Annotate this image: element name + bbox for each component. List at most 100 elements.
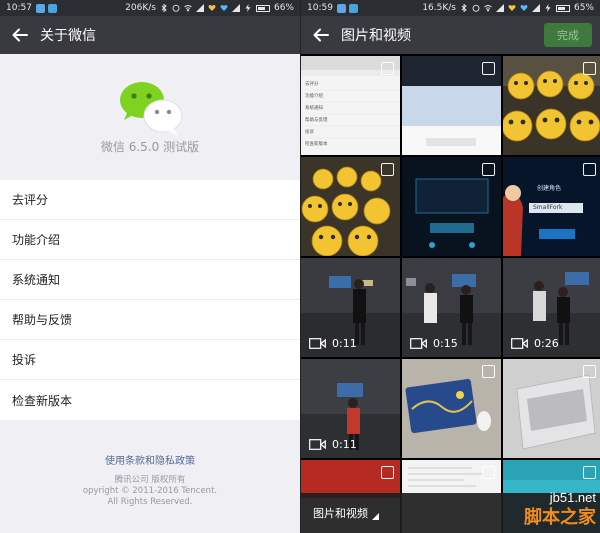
heart-icon [508, 4, 516, 11]
video-duration: 0:26 [511, 337, 559, 350]
photo-thumbnail[interactable] [503, 359, 600, 458]
select-checkbox[interactable] [381, 62, 394, 75]
back-button[interactable] [301, 16, 341, 54]
heart-icon [520, 4, 528, 11]
battery-level: 65% [573, 3, 594, 13]
notification-icon [47, 3, 57, 13]
duration-text: 0:15 [433, 337, 458, 350]
video-camera-icon [309, 338, 326, 349]
network-speed: 206K/s [125, 3, 156, 13]
duration-text: 0:11 [332, 337, 357, 350]
select-checkbox[interactable] [583, 62, 596, 75]
select-checkbox[interactable] [482, 62, 495, 75]
thumb-text: 投诉 [305, 130, 314, 135]
thumb-text: SmallFork [533, 204, 563, 211]
thumb-text: 功能介绍 [305, 94, 323, 99]
menu-item-features[interactable]: 功能介绍 [0, 220, 300, 260]
media-picker-screen: 10:59 16.5K/s 65% 图片和视频 完成 去评分 功能介绍 系统通知… [300, 0, 600, 533]
select-checkbox[interactable] [381, 466, 394, 479]
app-info-header: 微信 6.5.0 测试版 [0, 54, 300, 180]
back-arrow-icon [313, 28, 329, 42]
video-duration: 0:11 [309, 337, 357, 350]
notification-icon [348, 3, 358, 13]
video-thumbnail[interactable]: 0:15 [402, 258, 501, 357]
status-bar: 10:59 16.5K/s 65% [301, 0, 600, 16]
status-time: 10:59 [307, 3, 333, 13]
photo-thumbnail[interactable]: 创建角色 SmallFork [503, 157, 600, 256]
select-checkbox[interactable] [583, 466, 596, 479]
thumb-text: 帮助与反馈 [305, 118, 328, 123]
watermark-name: 脚本之家 [524, 507, 596, 528]
watermark-site: jb51.net [549, 490, 596, 505]
video-thumbnail[interactable]: 0:11 [301, 258, 400, 357]
about-menu: 去评分 功能介绍 系统通知 帮助与反馈 投诉 检查新版本 [0, 180, 300, 420]
video-thumbnail[interactable]: 0:11 [301, 359, 400, 458]
select-checkbox[interactable] [381, 163, 394, 176]
alarm-icon [172, 4, 180, 12]
legal-footer: 使用条款和隐私政策 腾讯公司 版权所有 opyright © 2011-2016… [0, 452, 300, 508]
video-duration: 0:11 [309, 438, 357, 451]
wifi-icon [484, 5, 492, 12]
company-text: 腾讯公司 版权所有 [114, 475, 186, 485]
video-camera-icon [511, 338, 528, 349]
app-bar: 关于微信 [0, 16, 300, 54]
thumb-text: 检查新版本 [305, 142, 328, 147]
alarm-icon [472, 4, 480, 12]
bluetooth-icon [461, 4, 467, 12]
battery-level: 66% [273, 3, 294, 13]
network-speed: 16.5K/s [422, 3, 456, 13]
signal-icon [495, 4, 504, 12]
dropdown-triangle-icon [372, 512, 379, 520]
select-checkbox[interactable] [482, 163, 495, 176]
charging-icon [245, 4, 251, 12]
photo-thumbnail[interactable] [301, 157, 400, 256]
photo-thumbnail[interactable] [402, 56, 501, 155]
select-checkbox[interactable] [583, 163, 596, 176]
heart-icon [208, 4, 216, 11]
video-duration: 0:15 [410, 337, 458, 350]
charging-icon [545, 4, 551, 12]
video-camera-icon [410, 338, 427, 349]
terms-privacy-link[interactable]: 使用条款和隐私政策 [0, 452, 300, 467]
duration-text: 0:11 [332, 438, 357, 451]
menu-item-system-notice[interactable]: 系统通知 [0, 260, 300, 300]
bluetooth-icon [161, 4, 167, 12]
album-selector-label: 图片和视频 [313, 507, 368, 520]
media-grid: 去评分 功能介绍 系统通知 帮助与反馈 投诉 检查新版本 创建角色 SmallF… [301, 56, 600, 533]
page-title: 关于微信 [40, 28, 96, 44]
duration-text: 0:26 [534, 337, 559, 350]
done-button[interactable]: 完成 [544, 23, 592, 47]
select-checkbox[interactable] [482, 466, 495, 479]
notification-icon [336, 3, 346, 13]
menu-item-complaint[interactable]: 投诉 [0, 340, 300, 380]
menu-item-check-update[interactable]: 检查新版本 [0, 380, 300, 420]
signal-icon [195, 4, 204, 12]
wifi-icon [184, 5, 192, 12]
site-watermark: jb51.net 脚本之家 [524, 488, 596, 528]
select-checkbox[interactable] [482, 365, 495, 378]
signal-icon [231, 4, 240, 12]
status-bar: 10:57 206K/s 66% [0, 0, 300, 16]
photo-thumbnail[interactable] [402, 359, 501, 458]
back-button[interactable] [0, 16, 40, 54]
video-thumbnail[interactable]: 0:26 [503, 258, 600, 357]
thumb-text: 系统通知 [305, 106, 323, 111]
photo-thumbnail[interactable]: 去评分 功能介绍 系统通知 帮助与反馈 投诉 检查新版本 [301, 56, 400, 155]
thumb-text: 去评分 [305, 82, 319, 87]
thumb-text: 创建角色 [537, 185, 562, 192]
video-camera-icon [309, 439, 326, 450]
photo-thumbnail[interactable] [402, 157, 501, 256]
heart-icon [220, 4, 228, 11]
photo-thumbnail[interactable] [503, 56, 600, 155]
page-title: 图片和视频 [341, 28, 411, 44]
menu-item-rate[interactable]: 去评分 [0, 180, 300, 220]
menu-item-help-feedback[interactable]: 帮助与反馈 [0, 300, 300, 340]
copyright-text: opyright © 2011-2016 Tencent. [82, 486, 218, 496]
notification-icon [35, 3, 45, 13]
app-bar: 图片和视频 完成 [301, 16, 600, 54]
version-text: 微信 6.5.0 测试版 [100, 140, 200, 154]
select-checkbox[interactable] [583, 365, 596, 378]
battery-icon [555, 4, 570, 12]
status-time: 10:57 [6, 3, 32, 13]
rights-text: All Rights Reserved. [107, 497, 193, 507]
